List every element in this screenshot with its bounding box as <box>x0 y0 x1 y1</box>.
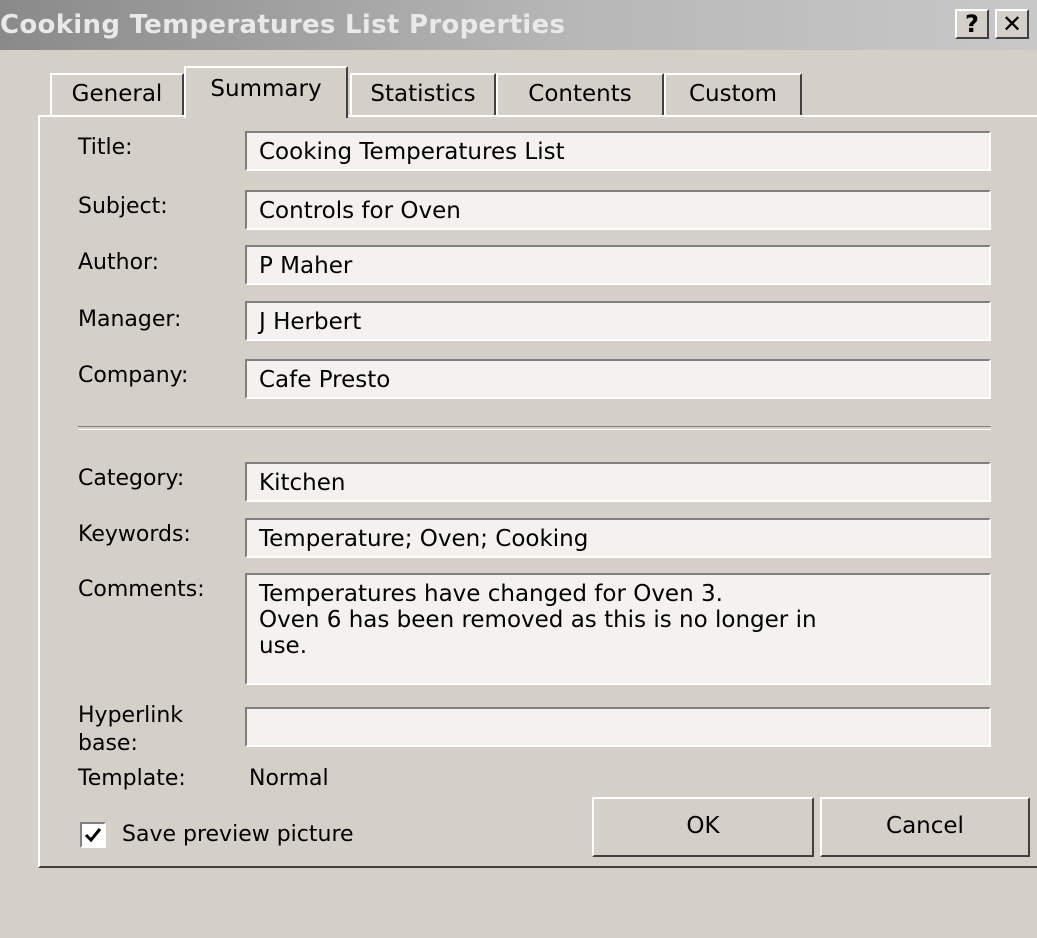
template-value: Normal <box>249 766 329 791</box>
comments-label: Comments: <box>78 577 205 602</box>
keywords-field[interactable]: Temperature; Oven; Cooking <box>245 518 991 558</box>
tab-label: Summary <box>210 76 322 102</box>
subject-label: Subject: <box>78 194 168 219</box>
cancel-button[interactable]: Cancel <box>820 797 1030 857</box>
tab-statistics[interactable]: Statistics <box>350 73 496 115</box>
help-icon: ? <box>965 10 979 38</box>
title-field[interactable]: Cooking Temperatures List <box>245 131 991 171</box>
title-label: Title: <box>78 135 133 160</box>
hyperlink-base-label-line2: base: <box>78 731 138 756</box>
help-button[interactable]: ? <box>955 9 989 39</box>
hyperlink-base-label-line1: Hyperlink <box>78 703 184 728</box>
tab-contents[interactable]: Contents <box>496 73 664 115</box>
tab-label: Statistics <box>370 81 476 107</box>
close-button[interactable]: ✕ <box>995 9 1029 39</box>
tab-label: Contents <box>528 81 632 107</box>
category-field[interactable]: Kitchen <box>245 462 991 502</box>
hyperlink-base-field[interactable] <box>245 707 991 747</box>
title-bar: Cooking Temperatures List Properties ? ✕ <box>0 0 1037 50</box>
tab-label: General <box>71 81 163 107</box>
category-label: Category: <box>78 466 185 491</box>
tab-label: Custom <box>688 81 778 107</box>
tab-general[interactable]: General <box>50 73 184 115</box>
dialog-title: Cooking Temperatures List Properties <box>0 10 566 40</box>
author-field[interactable]: P Maher <box>245 245 991 285</box>
tab-custom[interactable]: Custom <box>664 73 802 115</box>
separator <box>78 426 991 430</box>
checkmark-icon <box>84 828 102 843</box>
save-preview-label[interactable]: Save preview picture <box>122 822 354 847</box>
author-label: Author: <box>78 250 160 275</box>
manager-field[interactable]: J Herbert <box>245 301 991 341</box>
template-label: Template: <box>78 766 186 791</box>
close-icon: ✕ <box>1001 10 1023 38</box>
keywords-label: Keywords: <box>78 522 191 547</box>
manager-label: Manager: <box>78 307 182 332</box>
company-label: Company: <box>78 363 189 388</box>
tab-summary[interactable]: Summary <box>184 66 348 118</box>
ok-button[interactable]: OK <box>592 797 814 857</box>
subject-field[interactable]: Controls for Oven <box>245 190 991 230</box>
comments-field[interactable]: Temperatures have changed for Oven 3. Ov… <box>245 573 991 685</box>
company-field[interactable]: Cafe Presto <box>245 359 991 399</box>
save-preview-checkbox[interactable] <box>80 822 106 848</box>
